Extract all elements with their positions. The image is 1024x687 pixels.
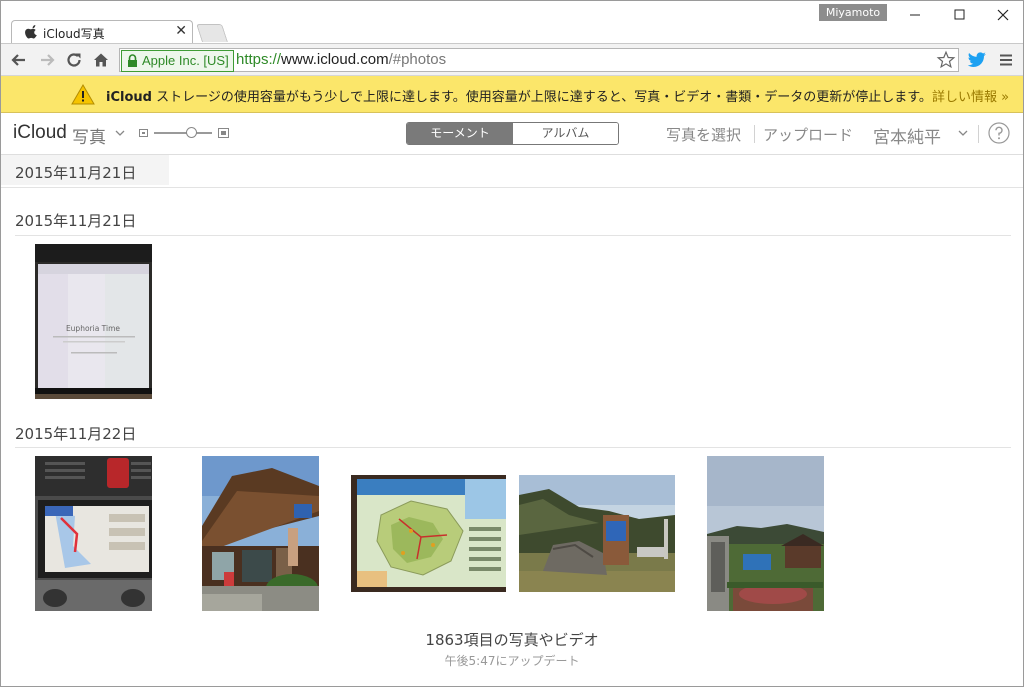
item-count: 1863項目の写真やビデオ xyxy=(425,631,599,649)
warning-body: ストレージの使用容量がもう少しで上限に達します。使用容量が上限に達すると、写真・… xyxy=(151,90,932,105)
browser-window: iCloud写真 ✕ Miyamoto Apple Inc. [US] http… xyxy=(0,0,1024,687)
thumbnail-small-icon[interactable] xyxy=(139,129,148,137)
url-text: https://www.icloud.com/#photos xyxy=(236,51,446,68)
tablet-screen-text: Euphoria Time xyxy=(66,324,120,333)
user-menu[interactable]: 宮本純平 xyxy=(873,123,941,148)
menu-icon[interactable] xyxy=(999,53,1013,67)
last-updated: 午後5:47にアップデート xyxy=(444,654,580,668)
minimize-icon[interactable] xyxy=(893,1,937,29)
photo-thumbnail[interactable] xyxy=(519,475,675,592)
ev-label: Apple Inc. [US] xyxy=(142,53,229,68)
moment-date-label: 2015年11月22日 xyxy=(15,425,137,443)
twitter-icon[interactable] xyxy=(967,52,987,68)
forward-icon[interactable] xyxy=(37,50,57,70)
app-switcher-label[interactable]: 写真 xyxy=(72,123,106,148)
thumbnail-large-icon[interactable] xyxy=(218,128,229,138)
photo-mountain-village xyxy=(707,456,824,611)
learn-more-link[interactable]: 詳しい情報 » xyxy=(932,90,1009,105)
chevron-down-icon[interactable] xyxy=(115,129,125,137)
url-scheme: https:// xyxy=(236,51,282,68)
reload-icon[interactable] xyxy=(64,50,84,70)
browser-tab[interactable]: iCloud写真 ✕ xyxy=(11,20,193,44)
home-icon[interactable] xyxy=(91,50,111,70)
photo-thumbnail[interactable]: Euphoria Time xyxy=(35,244,152,399)
warning-message: iCloud ストレージの使用容量がもう少しで上限に達します。使用容量が上限に達… xyxy=(106,86,1009,105)
new-tab-button[interactable] xyxy=(196,24,228,42)
photo-thumbnail[interactable] xyxy=(707,456,824,611)
close-tab-icon[interactable]: ✕ xyxy=(175,23,187,39)
lock-icon xyxy=(128,54,137,67)
divider xyxy=(15,447,1011,448)
back-icon[interactable] xyxy=(9,50,29,70)
upload-button[interactable]: アップロード xyxy=(763,124,853,145)
apple-icon xyxy=(25,25,37,39)
photo-thumbnail[interactable] xyxy=(351,475,506,592)
warning-icon xyxy=(71,84,95,105)
icloud-brand[interactable]: iCloud xyxy=(13,122,67,144)
url-path: /#photos xyxy=(388,51,447,68)
chevron-down-icon[interactable] xyxy=(958,129,968,137)
photo-trail-map xyxy=(351,475,506,592)
help-icon[interactable] xyxy=(988,122,1010,144)
thumbnail-size-slider[interactable] xyxy=(154,132,212,134)
star-icon[interactable] xyxy=(936,50,956,70)
moments-tab[interactable]: モーメント xyxy=(407,123,513,144)
photo-stone-monument xyxy=(519,475,675,592)
moment-date-label: 2015年11月21日 xyxy=(15,212,137,230)
photo-thumbnail[interactable] xyxy=(35,456,152,611)
photos-header: iCloud 写真 モーメント アルバム 写真を選択 アップロード 宮本純平 xyxy=(1,113,1023,155)
divider xyxy=(1,187,1023,188)
select-photos-button[interactable]: 写真を選択 xyxy=(666,124,741,145)
tab-title: iCloud写真 xyxy=(43,27,105,41)
browser-toolbar: Apple Inc. [US] https://www.icloud.com/#… xyxy=(1,43,1023,76)
photo-thumbnail[interactable] xyxy=(202,456,319,611)
close-window-icon[interactable] xyxy=(981,1,1024,29)
view-segmented-control: モーメント アルバム xyxy=(406,122,619,145)
ev-certificate-badge[interactable]: Apple Inc. [US] xyxy=(121,50,234,72)
storage-warning-bar: iCloud ストレージの使用容量がもう少しで上限に達します。使用容量が上限に達… xyxy=(1,76,1023,113)
sticky-date-label: 2015年11月21日 xyxy=(15,164,137,182)
tab-strip: iCloud写真 ✕ Miyamoto xyxy=(1,1,1024,44)
warning-brand: iCloud xyxy=(106,90,152,105)
photo-tablet-screen: Euphoria Time xyxy=(35,244,152,399)
header-divider xyxy=(754,125,755,143)
header-divider xyxy=(978,125,979,143)
albums-tab[interactable]: アルバム xyxy=(513,123,618,144)
profile-badge[interactable]: Miyamoto xyxy=(819,4,887,21)
slider-knob[interactable] xyxy=(186,127,197,138)
photo-car-navigation xyxy=(35,456,152,611)
url-host: www.icloud.com xyxy=(281,51,389,68)
divider xyxy=(15,235,1011,236)
sticky-date-header: 2015年11月21日 xyxy=(1,155,169,185)
maximize-icon[interactable] xyxy=(937,1,981,29)
address-bar[interactable]: Apple Inc. [US] https://www.icloud.com/#… xyxy=(119,48,959,72)
photo-wooden-station xyxy=(202,456,319,611)
